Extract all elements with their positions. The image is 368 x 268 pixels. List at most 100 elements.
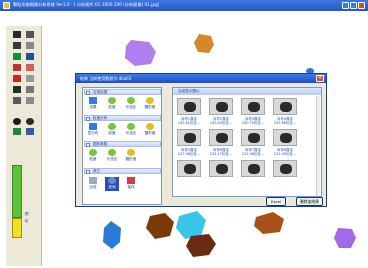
- zoom-icon[interactable]: [13, 42, 21, 49]
- tool-dist-aspect[interactable]: 长径比: [124, 123, 138, 137]
- green-panel: [12, 165, 22, 218]
- thumbnail-item[interactable]: [241, 160, 265, 186]
- tool-size[interactable]: 粒度: [105, 97, 119, 111]
- section-toggle[interactable]: [86, 142, 90, 147]
- excel-button[interactable]: Excel: [266, 197, 286, 206]
- left-toolbar: 颗 粒: [6, 26, 42, 266]
- thumbnail-size: 224.17长径...: [210, 152, 232, 156]
- results-dialog: 结果 当前使用数据为:4ba03 ✕ 当前结果 结果 粒度 长径比 圆形度 粒度: [75, 73, 327, 207]
- tool-shape-roundness[interactable]: 圆形度: [124, 149, 138, 163]
- save-icon[interactable]: [26, 31, 34, 38]
- particle-image: [177, 98, 201, 115]
- settings-icon[interactable]: [26, 118, 34, 125]
- thumbnail-size: 229.66长径...: [274, 121, 296, 125]
- roundness-icon: [146, 97, 154, 104]
- brown-particle: [146, 213, 174, 239]
- grid-icon[interactable]: [26, 75, 34, 82]
- save-icon: [127, 177, 135, 184]
- measure-icon[interactable]: [13, 75, 21, 82]
- thumbnail-size: 243.61长径...: [178, 121, 200, 125]
- section-other[interactable]: 其它: [84, 168, 161, 174]
- purple-particle-right: [334, 228, 356, 248]
- thumbnail-item[interactable]: 序号3直径 240.75长径...: [241, 98, 265, 125]
- rotate-icon[interactable]: [26, 97, 34, 104]
- particle-image: [273, 98, 297, 115]
- tool-dist-show[interactable]: 显分布: [86, 123, 100, 137]
- delete-result-button[interactable]: 删除该结果: [296, 197, 323, 206]
- gallery-panel: 当前显示图片 序号1直径 243.61长径... 序号2直径 243.43长径.…: [172, 87, 322, 197]
- thumbnail-item[interactable]: [209, 160, 233, 186]
- eraser-icon[interactable]: [26, 64, 34, 71]
- tool-label: 长径比: [125, 131, 137, 135]
- thumbnail-item[interactable]: 序号2直径 243.43长径...: [209, 98, 233, 125]
- size-icon: [108, 123, 116, 130]
- line-icon[interactable]: [13, 64, 21, 71]
- main-titlebar: 颗粒形貌图像分析系统 Ver1.0 - [ 分析图片:01-1000 200 (…: [0, 0, 368, 11]
- section-current-results[interactable]: 当前结果: [84, 89, 161, 95]
- tool-aspect[interactable]: 长径比: [124, 97, 138, 111]
- minimize-button[interactable]: [342, 2, 349, 9]
- circle-icon[interactable]: [13, 118, 21, 125]
- pen-icon[interactable]: [26, 53, 34, 60]
- particle-image: [273, 129, 297, 146]
- compare-icon: [89, 177, 97, 184]
- particle-image: [209, 160, 233, 177]
- tool-label: 结果: [89, 105, 97, 109]
- section-distribution[interactable]: 粒度分布: [84, 115, 161, 121]
- tool-label: 比较: [89, 185, 97, 189]
- section-toggle[interactable]: [86, 90, 90, 95]
- text-icon[interactable]: [13, 86, 21, 93]
- section-label: 其它: [93, 169, 101, 173]
- export-icon[interactable]: [13, 128, 21, 135]
- tool-label: 查询: [108, 185, 116, 189]
- section-toggle[interactable]: [86, 116, 90, 121]
- toolbar-label-1: 颗: [25, 212, 29, 216]
- tool-label: 圆形度: [125, 157, 137, 161]
- section-shape-params[interactable]: 图形参数: [84, 141, 161, 147]
- section-label: 图形参数: [93, 142, 108, 146]
- layer-icon[interactable]: [26, 86, 34, 93]
- close-button[interactable]: [358, 2, 365, 9]
- aspect-icon: [127, 97, 135, 104]
- help-icon[interactable]: [26, 128, 34, 135]
- thumbnail-item[interactable]: 序号7直径 222.36长径...: [241, 129, 265, 156]
- thumbnail-item[interactable]: [273, 160, 297, 186]
- thumbnail-item[interactable]: [177, 160, 201, 186]
- tool-dist-roundness[interactable]: 圆形度: [143, 123, 157, 137]
- particle-image: [209, 129, 233, 146]
- thumbnail-item[interactable]: 序号1直径 243.61长径...: [177, 98, 201, 125]
- arrow-icon[interactable]: [13, 97, 21, 104]
- dialog-close-button[interactable]: ✕: [316, 75, 324, 82]
- thumbnail-item[interactable]: 序号4直径 229.66长径...: [273, 98, 297, 125]
- tool-shape-aspect[interactable]: 长径比: [105, 149, 119, 163]
- tool-save[interactable]: 保存: [124, 177, 138, 191]
- maximize-button[interactable]: [350, 2, 357, 9]
- tool-query[interactable]: 查询: [105, 177, 119, 191]
- section-toggle[interactable]: [86, 169, 90, 174]
- open-icon[interactable]: [13, 31, 21, 38]
- section-label: 粒度分布: [93, 116, 108, 120]
- window-controls: [342, 2, 365, 9]
- tool-label: 显分布: [87, 131, 99, 135]
- tool-compare[interactable]: 比较: [86, 177, 100, 191]
- tool-label: 粒度: [89, 157, 97, 161]
- gallery-header: 当前显示图片: [173, 88, 321, 95]
- tool-dist-size[interactable]: 粒度: [105, 123, 119, 137]
- select-icon[interactable]: [26, 42, 34, 49]
- gallery-scrollbar[interactable]: [316, 96, 320, 196]
- roundness-icon: [146, 123, 154, 130]
- tool-shape-size[interactable]: 粒度: [86, 149, 100, 163]
- size-icon: [89, 149, 97, 156]
- tool-roundness[interactable]: 圆形度: [143, 97, 157, 111]
- section-label: 当前结果: [93, 90, 108, 94]
- tool-label: 圆形度: [144, 105, 156, 109]
- tool-label: 圆形度: [144, 131, 156, 135]
- thumbnail-item[interactable]: 序号6直径 224.17长径...: [209, 129, 233, 156]
- cut-icon[interactable]: [13, 53, 21, 60]
- tool-label: 粒度: [108, 105, 116, 109]
- tool-label: 长径比: [125, 105, 137, 109]
- thumbnail-item[interactable]: 序号8直径 221.40长径...: [273, 129, 297, 156]
- thumbnail-item[interactable]: 序号5直径 227.06长径...: [177, 129, 201, 156]
- tool-results[interactable]: 结果: [86, 97, 100, 111]
- toolbar-label-2: 粒: [25, 219, 29, 223]
